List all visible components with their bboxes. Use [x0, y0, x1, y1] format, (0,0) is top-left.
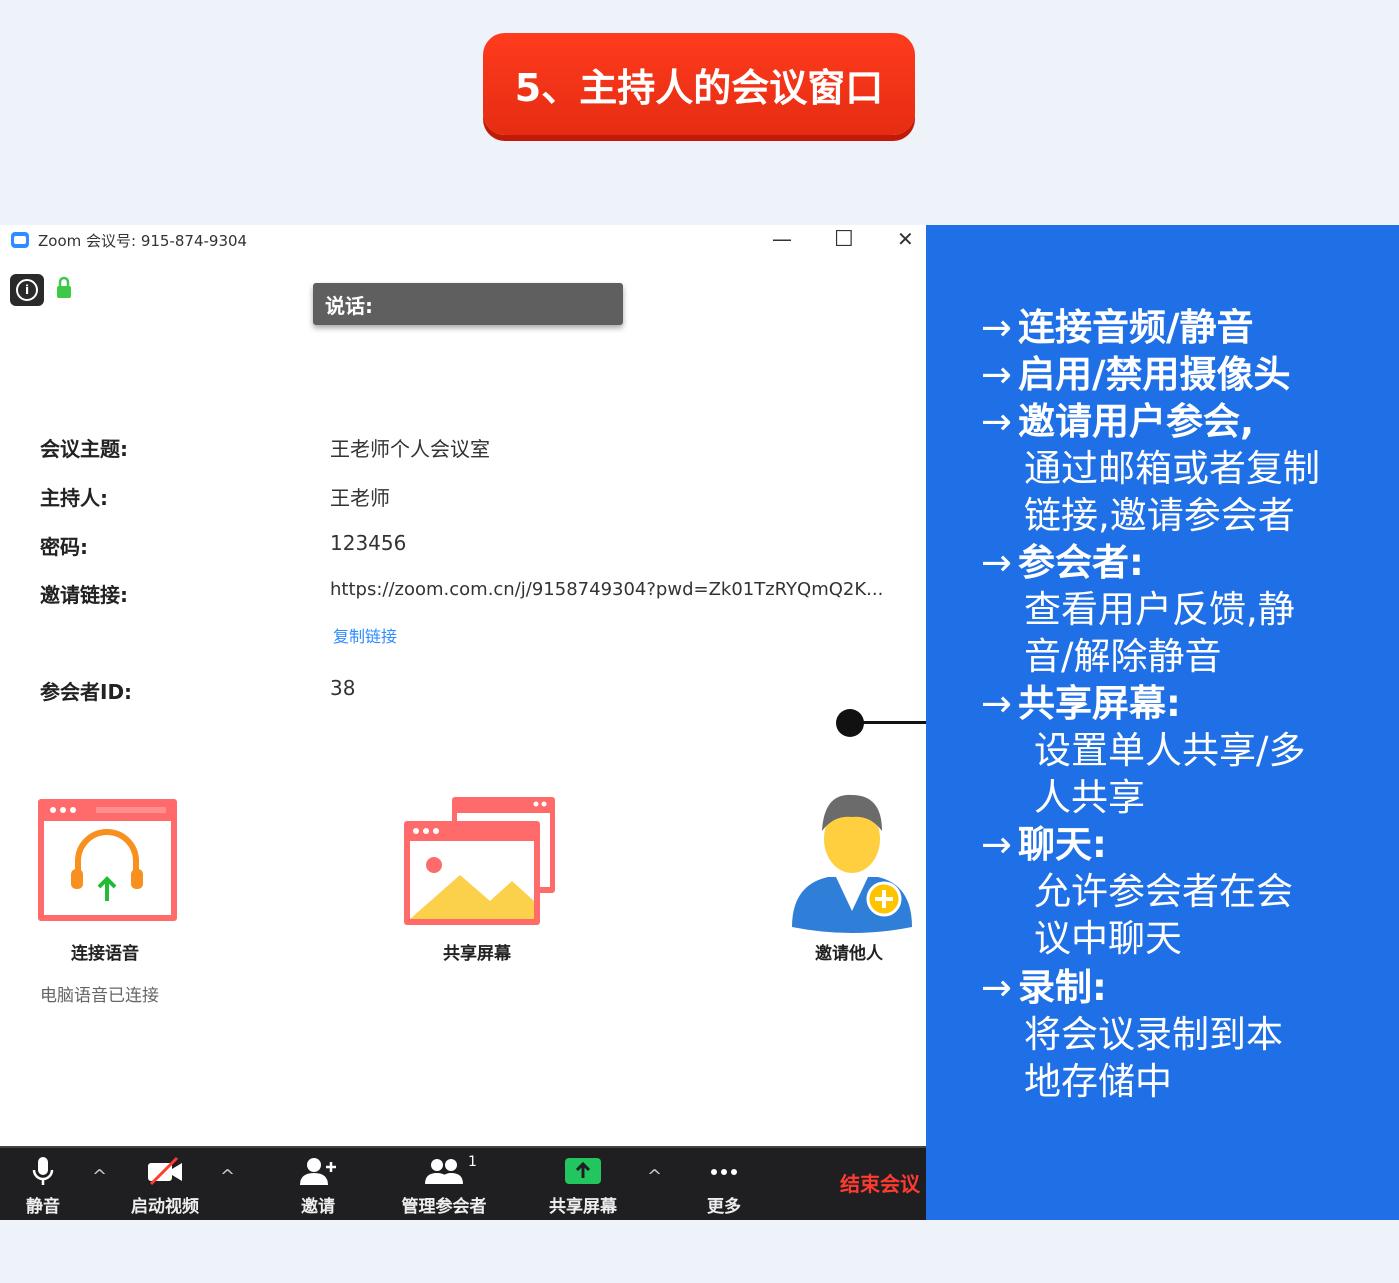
panel-item-audio: → 连接音频/静音 [981, 309, 1254, 346]
page-title: 5、主持人的会议窗口 [514, 65, 884, 110]
share-screen-label[interactable]: 共享屏幕 [443, 939, 511, 964]
panel-item-invite: → 邀请用户参会, [981, 403, 1254, 440]
copy-link-button[interactable]: 复制链接 [333, 623, 397, 647]
zoom-meeting-window: Zoom 会议号: 915-874-9304 — ☐ ✕ i 说话: 会议主题:… [0, 225, 926, 1220]
panel-item-head: 启用/禁用摄像头 [1018, 353, 1291, 396]
info-value-host: 王老师 [330, 486, 390, 510]
minimize-button[interactable]: — [772, 227, 792, 251]
info-label-participant-id: 参会者ID: [40, 680, 133, 704]
participants-count-badge: 1 [468, 1154, 477, 1170]
manage-participants-button[interactable]: 管理参会者 [384, 1156, 504, 1217]
info-value-participant-id: 38 [330, 676, 356, 700]
panel-item-record: → 录制: [981, 969, 1107, 1006]
add-user-icon [300, 1158, 336, 1185]
share-screen-toolbar-label: 共享屏幕 [549, 1197, 617, 1217]
panel-item-head: 聊天: [1018, 823, 1107, 866]
panel-item-sub: 链接,邀请参会者 [1024, 494, 1295, 537]
video-options-caret[interactable]: ^ [220, 1166, 235, 1187]
panel-item-participants: → 参会者: [981, 544, 1144, 581]
panel-item-sub: 音/解除静音 [1024, 635, 1222, 678]
arrow-icon: → [981, 966, 1013, 1009]
share-screen-button[interactable]: 共享屏幕 [523, 1156, 643, 1217]
window-titlebar: Zoom 会议号: 915-874-9304 — ☐ ✕ [0, 225, 926, 255]
mute-label: 静音 [26, 1197, 60, 1217]
meeting-info-icon[interactable]: i [10, 274, 44, 306]
speaking-label: 说话: [325, 293, 373, 318]
panel-item-sub: 允许参会者在会 [1034, 870, 1293, 913]
microphone-icon [32, 1157, 54, 1185]
panel-item-sub: 议中聊天 [1034, 917, 1182, 960]
panel-item-sub: 地存储中 [1024, 1060, 1172, 1103]
arrow-icon: → [981, 682, 1013, 725]
panel-item-sub: 将会议录制到本 [1024, 1013, 1283, 1056]
mute-button[interactable]: 静音 [0, 1156, 103, 1217]
arrow-icon: → [981, 823, 1013, 866]
more-label: 更多 [707, 1197, 741, 1217]
arrow-icon: → [981, 306, 1013, 349]
arrow-icon: → [981, 541, 1013, 584]
panel-item-head: 连接音频/静音 [1018, 306, 1254, 349]
start-video-label: 启动视频 [131, 1197, 199, 1217]
panel-item-sub: 通过邮箱或者复制 [1024, 447, 1320, 490]
info-label-host: 主持人: [40, 486, 108, 510]
info-value-password: 123456 [330, 531, 407, 555]
lock-icon[interactable] [56, 276, 72, 300]
window-title: Zoom 会议号: 915-874-9304 [38, 232, 248, 250]
feature-explanation-panel: → 连接音频/静音 → 启用/禁用摄像头 → 邀请用户参会, 通过邮箱或者复制 链接,… [926, 225, 1399, 1220]
audio-status-text: 电脑语音已连接 [40, 986, 159, 1006]
video-off-icon [148, 1156, 182, 1186]
share-screen-icon[interactable] [402, 795, 557, 927]
panel-item-head: 录制: [1018, 966, 1107, 1009]
close-button[interactable]: ✕ [897, 227, 914, 251]
maximize-button[interactable]: ☐ [834, 227, 854, 252]
zoom-app-icon [11, 232, 29, 248]
more-button[interactable]: 更多 [664, 1156, 784, 1217]
panel-item-head: 共享屏幕: [1018, 682, 1181, 725]
invite-label: 邀请 [301, 1197, 335, 1217]
more-dots-icon [711, 1169, 737, 1175]
panel-item-head: 邀请用户参会, [1018, 400, 1255, 443]
panel-item-sub: 人共享 [1034, 776, 1145, 819]
start-video-button[interactable]: 启动视频 [105, 1156, 225, 1217]
info-label-topic: 会议主题: [40, 437, 128, 461]
panel-item-share: → 共享屏幕: [981, 685, 1181, 722]
panel-item-chat: → 聊天: [981, 826, 1107, 863]
connect-audio-label[interactable]: 连接语音 [71, 939, 139, 964]
participants-icon [425, 1159, 463, 1184]
info-label-password: 密码: [40, 535, 88, 559]
end-meeting-button[interactable]: 结束会议 [840, 1168, 920, 1197]
speaking-indicator: 说话: [313, 283, 623, 325]
page-title-badge: 5、主持人的会议窗口 [483, 33, 915, 135]
manage-participants-label: 管理参会者 [401, 1197, 487, 1217]
share-screen-toolbar-icon [565, 1158, 601, 1184]
meeting-toolbar: 静音 ^ 启动视频 ^ 邀请 管理参会者 1 共享屏幕 ^ 更多 结束会议 [0, 1146, 926, 1220]
panel-item-sub: 查看用户反馈,静 [1024, 588, 1295, 631]
connect-audio-icon[interactable] [36, 797, 179, 923]
invite-button[interactable]: 邀请 [258, 1156, 378, 1217]
info-label-invite-link: 邀请链接: [40, 583, 128, 607]
info-value-invite-link: https://zoom.com.cn/j/9158749304?pwd=Zk0… [330, 579, 884, 600]
invite-others-label[interactable]: 邀请他人 [815, 939, 883, 964]
panel-item-sub: 设置单人共享/多 [1034, 729, 1306, 772]
info-value-topic: 王老师个人会议室 [330, 437, 490, 461]
arrow-icon: → [981, 400, 1013, 443]
panel-item-head: 参会者: [1018, 541, 1144, 584]
arrow-icon: → [981, 353, 1013, 396]
share-options-caret[interactable]: ^ [647, 1166, 662, 1187]
panel-item-camera: → 启用/禁用摄像头 [981, 356, 1291, 393]
invite-others-icon[interactable] [790, 789, 916, 937]
